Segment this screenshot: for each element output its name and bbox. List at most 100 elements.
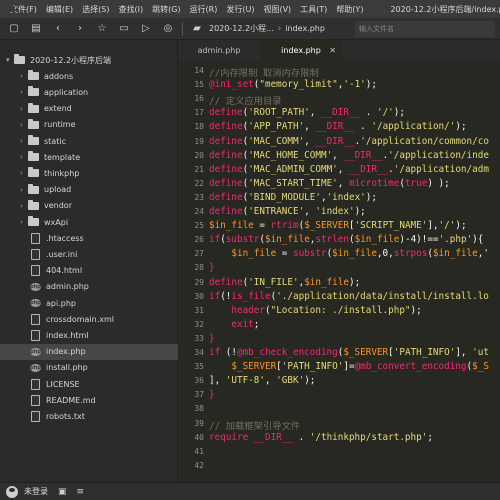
tab-label: admin.php	[197, 45, 241, 55]
menu-help[interactable]: 帮助(Y)	[336, 4, 363, 15]
file-icon	[31, 232, 40, 244]
line-number-gutter: 14 15 16 17 18 19 20 21 22 23 24 25 26 27 28 29 30 31 32 33…	[178, 60, 206, 482]
tree-item[interactable]: 404.html	[0, 263, 178, 279]
tree-item[interactable]: › vendor	[0, 198, 178, 214]
code-line[interactable]: require __DIR__ . '/thinkphp/start.php';	[209, 432, 433, 443]
tree-item[interactable]: › runtime	[0, 117, 178, 133]
menu-run[interactable]: 运行(R)	[190, 4, 218, 15]
tree-item[interactable]: crossdomain.xml	[0, 311, 178, 327]
tree-root-folder[interactable]: ▾ 2020-12.2小程序后端	[0, 52, 178, 68]
code-line[interactable]: }	[209, 262, 215, 273]
breadcrumb-file[interactable]: index.php	[285, 24, 325, 33]
tree-item[interactable]: php install.php	[0, 360, 178, 376]
back-arrow-icon[interactable]: ‹	[50, 21, 66, 37]
code-line[interactable]: if (!@mb_check_encoding($_SERVER['PATH_I…	[209, 347, 489, 358]
save-icon[interactable]: ▤	[28, 21, 44, 37]
tab-admin-php[interactable]: admin.php	[178, 40, 260, 60]
outline-icon[interactable]: ≡	[77, 487, 85, 497]
menu-edit[interactable]: 编辑(E)	[46, 4, 73, 15]
code-line[interactable]: define('BIND_MODULE','index');	[209, 192, 377, 203]
chevron-right-icon: ›	[20, 88, 23, 97]
code-token: (!	[220, 347, 237, 358]
tree-item[interactable]: › wxApi	[0, 214, 178, 230]
code-token: )-4)!==	[399, 234, 439, 246]
breadcrumb-project[interactable]: 2020-12.2小程...	[209, 23, 274, 34]
login-status[interactable]: 未登录	[24, 486, 48, 497]
tree-item-label: README.md	[46, 395, 96, 405]
code-token: require	[209, 431, 249, 443]
tree-item[interactable]: php index.php	[0, 343, 178, 360]
menu-tools[interactable]: 工具(T)	[300, 4, 327, 15]
line-number: 22	[194, 178, 204, 188]
tree-item[interactable]: › extend	[0, 101, 178, 117]
code-line[interactable]: define('ENTRANCE', 'index');	[209, 206, 366, 217]
code-line[interactable]: define('ROOT_PATH', __DIR__ . '/');	[209, 107, 405, 118]
code-editor[interactable]: 14 15 16 17 18 19 20 21 22 23 24 25 26 27 28 29 30 31 32 33…	[178, 60, 500, 482]
code-line[interactable]: ], 'UTF-8', 'GBK');	[209, 375, 315, 386]
code-token: ){	[472, 234, 484, 246]
code-line[interactable]: //内存限制 取消内存限制	[209, 65, 319, 79]
tree-item[interactable]: › application	[0, 84, 178, 100]
tree-item[interactable]: › template	[0, 149, 178, 165]
code-token: =	[276, 248, 293, 260]
star-icon[interactable]: ☆	[94, 21, 110, 37]
tree-item[interactable]: › upload	[0, 182, 178, 198]
comment-icon[interactable]: ▭	[116, 21, 132, 37]
menu-publish[interactable]: 发行(U)	[226, 4, 254, 15]
tree-item[interactable]: › static	[0, 133, 178, 149]
new-file-icon[interactable]: ▢	[6, 21, 22, 37]
close-icon[interactable]: ✕	[329, 46, 336, 55]
code-line[interactable]: define('MAC_ADMIN_COMM', __DIR__.'/appli…	[209, 164, 489, 175]
code-token: ],	[455, 347, 473, 358]
code-token: '.php'	[438, 234, 473, 246]
tab-index-php[interactable]: index.php ✕	[260, 40, 342, 60]
tree-item[interactable]: robots.txt	[0, 408, 178, 424]
browser-icon[interactable]: ◎	[160, 21, 176, 37]
code-line[interactable]: // 加载框架引导文件	[209, 418, 300, 432]
code-line[interactable]: if(!is_file('./application/data/install/…	[209, 291, 489, 302]
code-line[interactable]: $_SERVER['PATH_INFO']=@mb_convert_encodi…	[209, 361, 489, 372]
file-search-input[interactable]	[359, 25, 479, 33]
console-icon[interactable]: ▣	[58, 487, 67, 497]
tree-item[interactable]: .htaccess	[0, 230, 178, 246]
code-line[interactable]: define('MAC_HOME_COMM', __DIR__.'/applic…	[209, 150, 489, 161]
folder-icon	[28, 118, 39, 129]
code-line[interactable]: if(substr($in_file,strlen($in_file)-4)!=…	[209, 234, 483, 245]
menu-goto[interactable]: 跳转(G)	[152, 4, 180, 15]
code-token: microtime	[348, 177, 400, 189]
code-line[interactable]: $in_file = substr($in_file,0,strpos($in_…	[209, 248, 489, 259]
code-line[interactable]: define('MAC_START_TIME', microtime(true)…	[209, 178, 450, 189]
code-line[interactable]: define('MAC_COMM', __DIR__.'/application…	[209, 136, 489, 147]
line-number: 33	[194, 333, 204, 343]
run-icon[interactable]: ▷	[138, 21, 154, 37]
menu-find[interactable]: 查找(I)	[118, 4, 143, 15]
forward-arrow-icon[interactable]: ›	[72, 21, 88, 37]
tree-item[interactable]: index.html	[0, 327, 178, 343]
code-line[interactable]: define('APP_PATH', __DIR__ . '/applicati…	[209, 121, 467, 132]
code-line[interactable]: exit;	[209, 319, 259, 330]
code-line[interactable]: @ini_set("memory_limit",'-1');	[209, 79, 377, 90]
tree-item[interactable]: php admin.php	[0, 279, 178, 295]
file-search-box[interactable]	[355, 21, 495, 37]
code-token: ,'	[477, 248, 489, 260]
code-line[interactable]: // 定义应用目录	[209, 93, 282, 107]
tree-item[interactable]: php api.php	[0, 295, 178, 311]
tree-item[interactable]: README.md	[0, 392, 178, 408]
tree-item[interactable]: › thinkphp	[0, 165, 178, 181]
code-line[interactable]: }	[209, 333, 215, 344]
code-token: 'ROOT_PATH'	[248, 107, 310, 119]
tree-item[interactable]: LICENSE	[0, 376, 178, 392]
user-icon[interactable]	[6, 485, 18, 498]
code-token: ;	[253, 318, 260, 330]
tree-item[interactable]: .user.ini	[0, 246, 178, 262]
menu-select[interactable]: 选择(S)	[82, 4, 109, 15]
code-line[interactable]: }	[209, 389, 215, 400]
code-line[interactable]: define('IN_FILE',$in_file);	[209, 277, 360, 288]
menu-view[interactable]: 视图(V)	[263, 4, 291, 15]
code-token: rtrim	[270, 220, 299, 232]
code-token: header	[231, 304, 265, 316]
code-line[interactable]: $in_file = rtrim($_SERVER['SCRIPT_NAME']…	[209, 220, 467, 231]
code-line[interactable]: header("Location: ./install.php");	[209, 304, 421, 316]
tree-item[interactable]: › addons	[0, 68, 178, 84]
